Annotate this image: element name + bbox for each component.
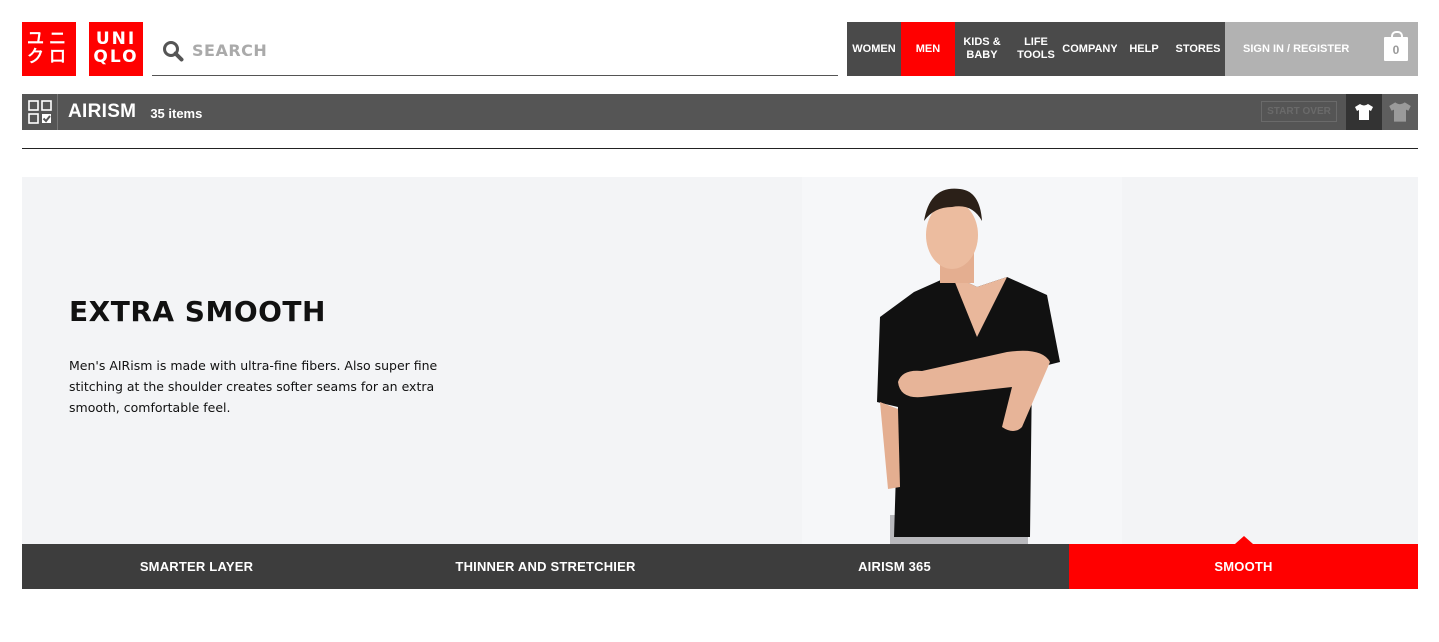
tab-airism-365[interactable]: AIRISM 365 [720, 544, 1069, 589]
nav-men[interactable]: MEN [901, 22, 955, 76]
tshirt-alt-view-button[interactable] [1382, 94, 1418, 130]
sign-in-register-link[interactable]: SIGN IN / REGISTER [1225, 22, 1375, 76]
search-input[interactable] [192, 41, 792, 60]
tshirt-view-button[interactable] [1346, 94, 1382, 130]
shopping-bag-icon: 0 [1384, 31, 1408, 61]
nav-stores[interactable]: STORES [1171, 22, 1225, 76]
cart-button[interactable]: 0 [1375, 22, 1418, 76]
divider-line [22, 148, 1418, 149]
model-photo [802, 177, 1122, 544]
item-count: 35 items [150, 106, 203, 121]
logo-kana-line-2: クロ [27, 47, 71, 67]
tshirt-icon [1355, 104, 1373, 120]
tab-smarter-layer[interactable]: SMARTER LAYER [22, 544, 371, 589]
nav-women[interactable]: WOMEN [847, 22, 901, 76]
nav-kids-baby[interactable]: KIDS & BABY [955, 22, 1009, 76]
uniqlo-logo-katakana[interactable]: ユニ クロ [22, 22, 76, 76]
tab-thinner-stretchier[interactable]: THINNER AND STRETCHIER [371, 544, 720, 589]
category-title: AIRISM [68, 101, 137, 122]
search-bar [152, 26, 838, 76]
nav-life-tools[interactable]: LIFE TOOLS [1009, 22, 1063, 76]
grid-view-button[interactable] [22, 94, 58, 130]
category-bar: AIRISM 35 items START OVER [22, 94, 1418, 130]
cart-count: 0 [1392, 43, 1400, 58]
nav-company[interactable]: COMPANY [1062, 22, 1118, 76]
search-icon[interactable] [162, 40, 184, 62]
hero-description: Men's AIRism is made with ultra-fine fib… [69, 358, 438, 415]
hero-banner: EXTRA SMOOTH Men's AIRism is made with u… [22, 177, 1418, 544]
start-over-button[interactable]: START OVER [1261, 101, 1337, 122]
hero-title: EXTRA SMOOTH [69, 295, 326, 328]
tab-smooth[interactable]: SMOOTH [1069, 536, 1418, 589]
logo-latin-line-2: QLO [93, 47, 139, 67]
feature-tabs: SMARTER LAYER THINNER AND STRETCHIER AIR… [22, 536, 1418, 589]
uniqlo-logo[interactable]: UNI QLO [89, 22, 143, 76]
nav-help[interactable]: HELP [1117, 22, 1171, 76]
grid-check-icon [27, 100, 52, 124]
tshirt-icon [1389, 102, 1411, 122]
top-navigation: WOMEN MEN KIDS & BABY LIFE TOOLS COMPANY… [847, 22, 1418, 76]
